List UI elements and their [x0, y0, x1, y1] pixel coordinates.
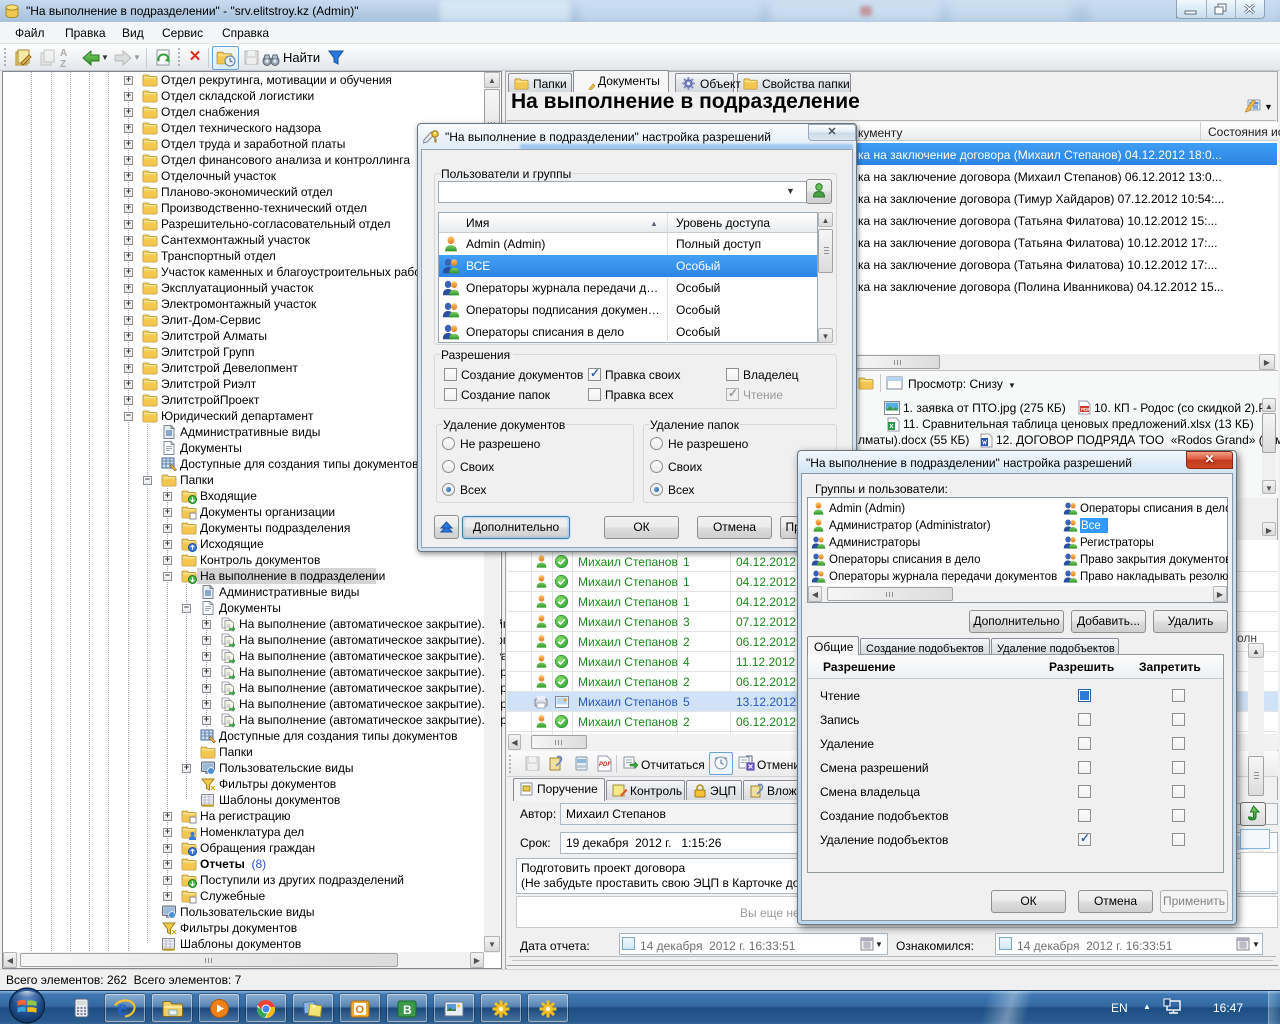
svg-text:O: O — [356, 1004, 365, 1016]
svg-text:PDF: PDF — [599, 762, 611, 768]
svg-text:B: B — [403, 1003, 412, 1017]
svg-text:PDF: PDF — [1081, 407, 1090, 412]
